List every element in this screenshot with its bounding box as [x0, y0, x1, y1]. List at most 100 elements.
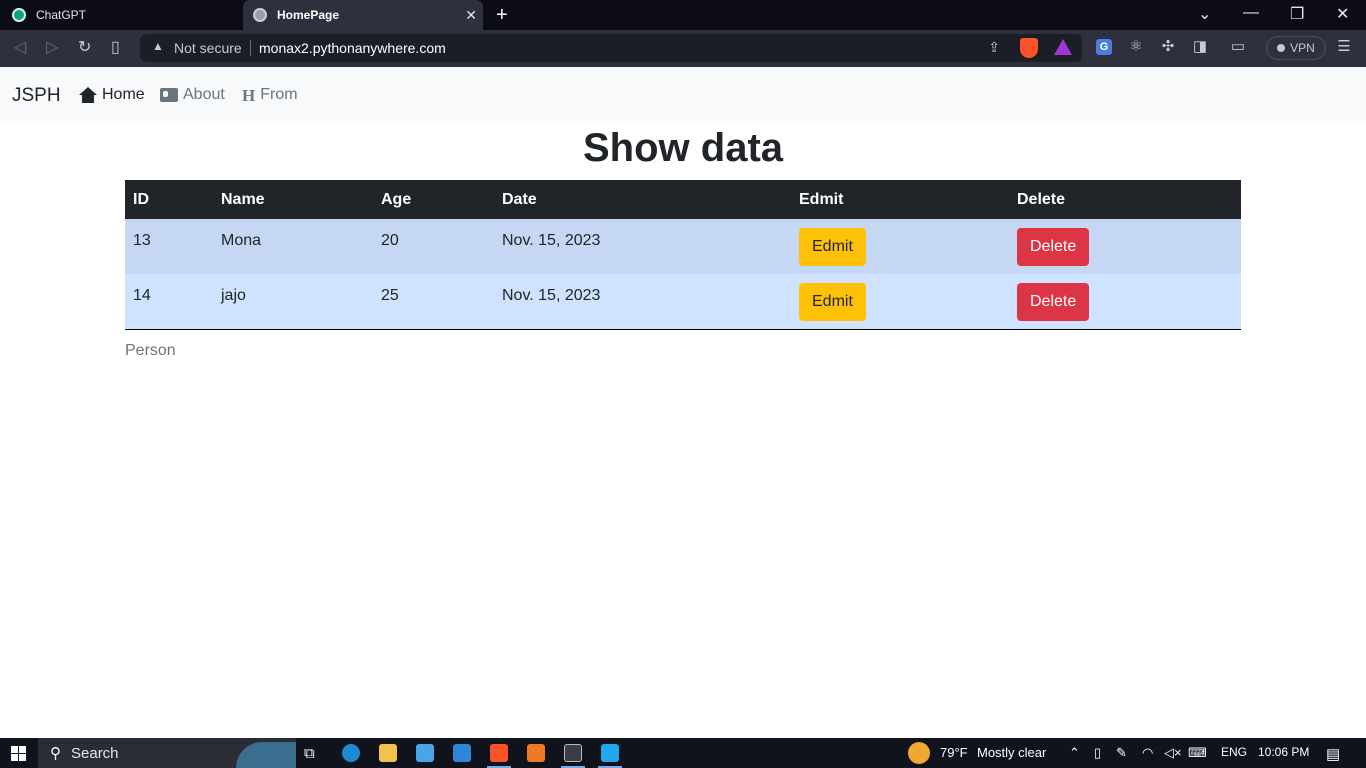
cell-date: Nov. 15, 2023: [494, 274, 791, 330]
taskbar-search[interactable]: ⚲ Search: [38, 738, 296, 768]
react-devtools-icon[interactable]: ⚛: [1128, 39, 1144, 55]
tray-overflow-icon[interactable]: ⌃: [1069, 745, 1080, 761]
extensions-icon[interactable]: ✣: [1160, 39, 1176, 55]
share-icon[interactable]: ⇪: [988, 39, 1000, 56]
address-separator: [250, 40, 251, 56]
xampp-icon[interactable]: [527, 744, 545, 762]
table-row: 13 Mona 20 Nov. 15, 2023 Edmit Delete: [125, 219, 1241, 274]
warning-icon: ▲: [152, 39, 164, 53]
tab-title: HomePage: [277, 8, 340, 22]
search-highlight-image: [236, 742, 296, 768]
column-header-edit: Edmit: [791, 180, 1009, 219]
security-label[interactable]: Not secure: [174, 40, 242, 56]
vpn-status-icon: [1277, 44, 1286, 52]
vpn-button[interactable]: VPN: [1266, 36, 1326, 60]
column-header-delete: Delete: [1009, 180, 1241, 219]
wallet-icon[interactable]: ▭: [1230, 39, 1246, 55]
sidebar-icon[interactable]: ◨: [1192, 39, 1208, 55]
notifications-icon[interactable]: ▤: [1326, 745, 1340, 763]
nav-link-about[interactable]: About: [160, 86, 225, 104]
tab-title: ChatGPT: [36, 8, 87, 22]
cell-edit: Edmit: [791, 274, 1009, 330]
house-icon: [79, 87, 97, 103]
windows-start-icon[interactable]: [11, 746, 26, 761]
tab-homepage[interactable]: HomePage ✕: [243, 0, 483, 30]
wifi-icon[interactable]: ◠: [1142, 745, 1153, 761]
globe-favicon-icon: [253, 8, 267, 22]
brave-shields-icon[interactable]: [1020, 38, 1038, 58]
edge-icon[interactable]: [342, 744, 360, 762]
battery-icon[interactable]: ▯: [1094, 745, 1101, 761]
restore-icon[interactable]: ❐: [1290, 4, 1304, 24]
forward-icon[interactable]: ▷: [46, 37, 58, 57]
nav-link-label: About: [183, 86, 225, 103]
table-row: 14 jajo 25 Nov. 15, 2023 Edmit Delete: [125, 274, 1241, 330]
windows-taskbar: ⚲ Search ⧉ 79°F Mostly clear ⌃ ▯ ✎ ◠ ◁× …: [0, 738, 1366, 768]
nav-link-label: From: [260, 86, 298, 103]
person-table: ID Name Age Date Edmit Delete 13 Mona 20…: [125, 180, 1241, 330]
nav-link-from[interactable]: H From: [242, 86, 298, 104]
minimize-icon[interactable]: —: [1243, 4, 1259, 22]
heading-icon: H: [242, 85, 256, 105]
column-header-id: ID: [125, 180, 213, 219]
url-text[interactable]: monax2.pythonanywhere.com: [259, 40, 446, 56]
cell-id: 14: [125, 274, 213, 330]
vscode-icon[interactable]: [601, 744, 619, 762]
table-header-row: ID Name Age Date Edmit Delete: [125, 180, 1241, 219]
column-header-age: Age: [373, 180, 494, 219]
mail-icon[interactable]: [453, 744, 471, 762]
file-explorer-icon[interactable]: [379, 744, 397, 762]
tab-chatgpt[interactable]: ChatGPT: [0, 0, 242, 30]
column-header-name: Name: [213, 180, 373, 219]
weather-temp[interactable]: 79°F: [940, 745, 968, 760]
cell-delete: Delete: [1009, 274, 1241, 330]
cell-name: jajo: [213, 274, 373, 330]
new-tab-icon[interactable]: +: [496, 4, 508, 27]
back-icon[interactable]: ◁: [14, 37, 26, 57]
edit-button[interactable]: Edmit: [799, 228, 866, 266]
browser-tab-strip: ChatGPT HomePage ✕ + ⌄ — ❐ ✕: [0, 0, 1366, 30]
chatgpt-favicon-icon: [12, 8, 26, 22]
terminal-icon[interactable]: [564, 744, 582, 762]
column-header-date: Date: [494, 180, 791, 219]
cell-age: 20: [373, 219, 494, 274]
task-view-icon[interactable]: ⧉: [304, 745, 315, 762]
brave-taskbar-icon[interactable]: [490, 744, 508, 762]
table-caption: Person: [125, 342, 176, 359]
cell-id: 13: [125, 219, 213, 274]
keyboard-icon[interactable]: ⌨: [1188, 745, 1207, 761]
id-card-icon: [160, 88, 178, 102]
nav-link-home[interactable]: Home: [79, 86, 145, 104]
translate-icon[interactable]: G: [1096, 39, 1112, 55]
pen-icon[interactable]: ✎: [1116, 745, 1127, 761]
address-bar[interactable]: ▲ Not secure monax2.pythonanywhere.com ⇪: [140, 34, 1082, 62]
language-indicator[interactable]: ENG: [1221, 745, 1247, 759]
store-icon[interactable]: [416, 744, 434, 762]
search-label: Search: [71, 744, 119, 762]
brave-rewards-icon[interactable]: [1054, 39, 1072, 55]
cell-delete: Delete: [1009, 219, 1241, 274]
navbar-brand[interactable]: JSPH: [12, 85, 61, 107]
cell-age: 25: [373, 274, 494, 330]
weather-icon[interactable]: [908, 742, 930, 764]
volume-icon[interactable]: ◁×: [1164, 745, 1182, 761]
page-title: Show data: [582, 126, 784, 170]
delete-button[interactable]: Delete: [1017, 283, 1090, 321]
clock[interactable]: 10:06 PM: [1258, 745, 1309, 759]
cell-edit: Edmit: [791, 219, 1009, 274]
nav-link-label: Home: [102, 86, 145, 103]
reload-icon[interactable]: ↻: [78, 37, 91, 57]
edit-button[interactable]: Edmit: [799, 283, 866, 321]
cell-date: Nov. 15, 2023: [494, 219, 791, 274]
close-window-icon[interactable]: ✕: [1336, 4, 1349, 24]
menu-icon[interactable]: ☰: [1336, 39, 1352, 55]
bookmark-icon[interactable]: ▯: [111, 37, 120, 57]
tab-search-chevron-icon[interactable]: ⌄: [1198, 4, 1211, 24]
weather-desc[interactable]: Mostly clear: [977, 745, 1046, 760]
delete-button[interactable]: Delete: [1017, 228, 1090, 266]
close-tab-icon[interactable]: ✕: [465, 7, 477, 24]
browser-toolbar: ◁ ▷ ↻ ▯ ▲ Not secure monax2.pythonanywhe…: [0, 30, 1366, 67]
cell-name: Mona: [213, 219, 373, 274]
search-icon: ⚲: [50, 745, 61, 762]
site-navbar: JSPH Home About H From: [0, 67, 1366, 123]
